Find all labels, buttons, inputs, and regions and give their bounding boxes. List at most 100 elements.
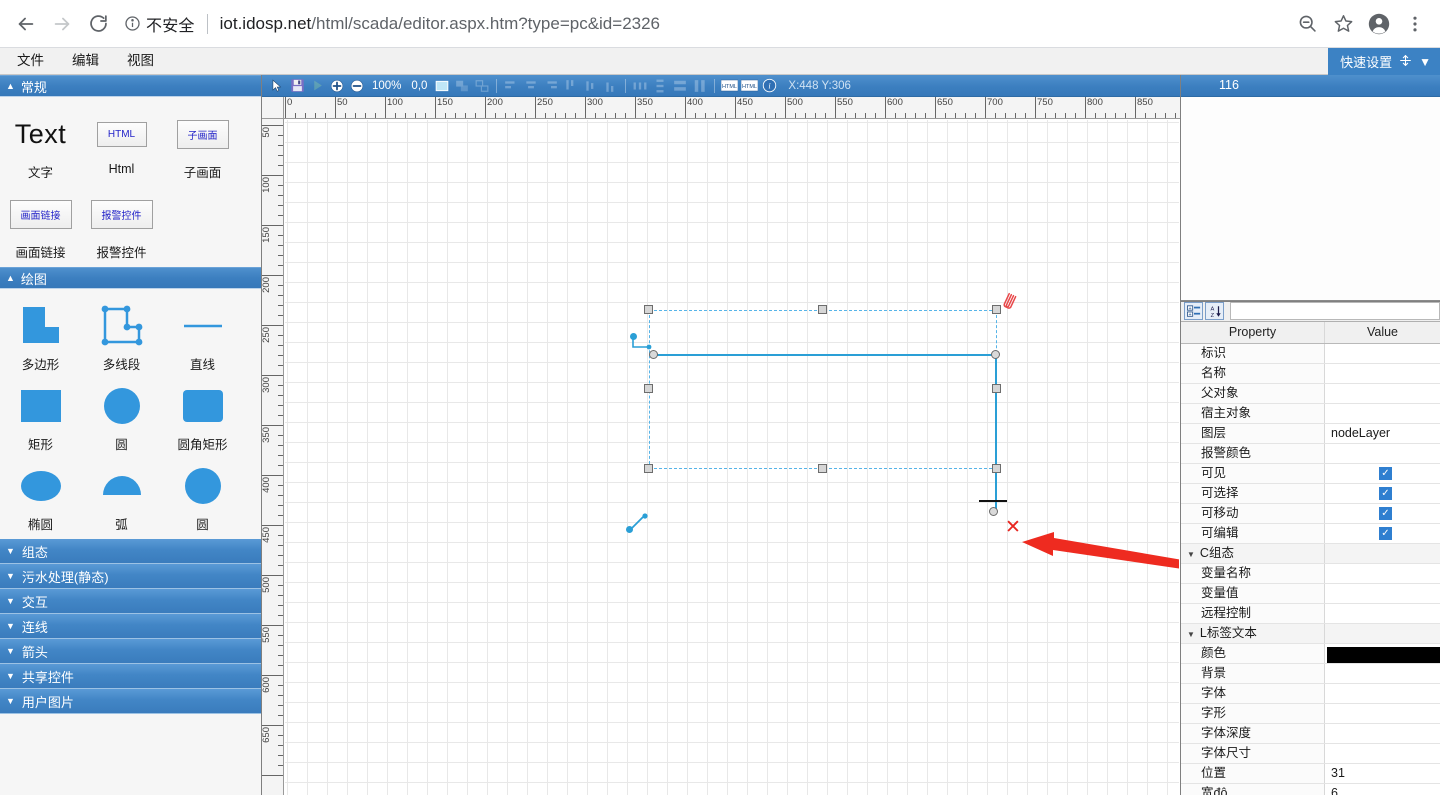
palette-section-connector[interactable]: ▼ 连线: [0, 614, 261, 639]
property-row[interactable]: 字体深度: [1181, 724, 1440, 745]
palette-item-screenlink[interactable]: 画面链接 画面链接: [0, 183, 81, 263]
checkbox-checked-icon[interactable]: ✓: [1379, 487, 1392, 501]
chrome-menu-button[interactable]: [1398, 7, 1432, 41]
property-value[interactable]: [1325, 644, 1440, 664]
palette-section-general[interactable]: ▲ 常规: [0, 75, 261, 97]
palette-item-alarmwidget[interactable]: 报警控件 报警控件: [81, 183, 162, 263]
resize-handle-ne[interactable]: [992, 305, 1001, 314]
html-export-icon[interactable]: HTML: [720, 77, 738, 95]
polyline-segment-top[interactable]: [653, 354, 997, 356]
layer-list[interactable]: [1181, 96, 1440, 301]
palette-item-html[interactable]: HTML Html: [81, 103, 162, 183]
fit-screen-icon[interactable]: [433, 77, 451, 95]
property-row[interactable]: 图层 nodeLayer: [1181, 424, 1440, 445]
align-left-icon[interactable]: [502, 77, 520, 95]
property-value[interactable]: [1325, 704, 1440, 724]
property-row[interactable]: 位置 31: [1181, 764, 1440, 785]
distribute-horizontal-icon[interactable]: [631, 77, 649, 95]
palette-item-subscreen[interactable]: 子画面 子画面: [162, 103, 243, 183]
security-indicator[interactable]: 不安全: [124, 12, 195, 36]
align-top-icon[interactable]: [562, 77, 580, 95]
property-search-input[interactable]: [1230, 302, 1440, 321]
group-icon[interactable]: [453, 77, 471, 95]
palette-section-arrow[interactable]: ▼ 箭头: [0, 639, 261, 664]
resize-handle-se[interactable]: [992, 464, 1001, 473]
palette-item-roundrect[interactable]: 圆角矩形: [162, 375, 243, 455]
zoom-in-icon[interactable]: [328, 77, 346, 95]
property-row[interactable]: 可选择 ✓: [1181, 484, 1440, 505]
polyline-segment-right[interactable]: [995, 354, 997, 514]
palette-item-ellipse[interactable]: 椭圆: [0, 455, 81, 535]
resize-handle-e[interactable]: [992, 384, 1001, 393]
menu-edit[interactable]: 编辑: [61, 48, 110, 74]
property-value[interactable]: [1325, 724, 1440, 744]
property-row[interactable]: 宽độ 6: [1181, 784, 1440, 795]
property-row[interactable]: 变量值: [1181, 584, 1440, 605]
back-button[interactable]: [8, 6, 44, 42]
property-row[interactable]: 可编辑 ✓: [1181, 524, 1440, 545]
property-row[interactable]: 名称: [1181, 364, 1440, 385]
polyline-vertex-2[interactable]: [991, 350, 1000, 359]
resize-handle-nw[interactable]: [644, 305, 653, 314]
design-canvas[interactable]: ✕: [285, 120, 1179, 795]
property-value[interactable]: [1325, 344, 1440, 364]
menu-file[interactable]: 文件: [6, 48, 55, 74]
palette-item-text[interactable]: Text 文字: [0, 103, 81, 183]
property-value[interactable]: [1325, 564, 1440, 584]
html-import-icon[interactable]: HTML: [740, 77, 758, 95]
resize-handle-n[interactable]: [818, 305, 827, 314]
property-value[interactable]: [1325, 364, 1440, 384]
align-center-icon[interactable]: [522, 77, 540, 95]
property-value[interactable]: ✓: [1325, 524, 1440, 544]
palette-section-userimage[interactable]: ▼ 用户图片: [0, 689, 261, 714]
play-run-icon[interactable]: [308, 77, 326, 95]
property-row[interactable]: 报警颜色: [1181, 444, 1440, 465]
same-width-icon[interactable]: [671, 77, 689, 95]
select-arrow-icon[interactable]: [268, 77, 286, 95]
property-row[interactable]: 远程控制: [1181, 604, 1440, 625]
resize-handle-s[interactable]: [818, 464, 827, 473]
property-value[interactable]: [1325, 604, 1440, 624]
polyline-vertex-3[interactable]: [989, 507, 998, 516]
palette-item-polyline[interactable]: 多线段: [81, 295, 162, 375]
save-floppy-icon[interactable]: [288, 77, 306, 95]
align-middle-icon[interactable]: [582, 77, 600, 95]
property-row[interactable]: 字形: [1181, 704, 1440, 725]
ungroup-icon[interactable]: [473, 77, 491, 95]
property-value[interactable]: [1325, 384, 1440, 404]
zoom-out-button[interactable]: [1290, 7, 1324, 41]
bookmark-button[interactable]: [1326, 7, 1360, 41]
property-row[interactable]: 背景: [1181, 664, 1440, 685]
property-row[interactable]: 字体: [1181, 684, 1440, 705]
address-bar[interactable]: 不安全 iot.idosp.net/html/scada/editor.aspx…: [124, 9, 1284, 39]
property-value[interactable]: [1325, 404, 1440, 424]
property-value[interactable]: 6: [1325, 784, 1440, 795]
property-row[interactable]: 变量名称: [1181, 564, 1440, 585]
palette-item-line[interactable]: 直线: [162, 295, 243, 375]
reload-button[interactable]: [80, 6, 116, 42]
menu-view[interactable]: 视图: [116, 48, 165, 74]
quick-settings-button[interactable]: 快速设置 ▼: [1328, 48, 1440, 75]
palette-item-circle2[interactable]: 圆: [162, 455, 243, 535]
property-row[interactable]: 标识: [1181, 344, 1440, 365]
palette-section-wastewater[interactable]: ▼ 污水处理(静态): [0, 564, 261, 589]
align-bottom-icon[interactable]: [602, 77, 620, 95]
palette-item-polygon[interactable]: 多边形: [0, 295, 81, 375]
property-group-row[interactable]: ▼ C组态: [1181, 544, 1440, 565]
categorize-icon[interactable]: + +: [1184, 302, 1203, 321]
property-value[interactable]: [1325, 584, 1440, 604]
property-value[interactable]: [1325, 664, 1440, 684]
resize-handle-sw[interactable]: [644, 464, 653, 473]
palette-section-configuration[interactable]: ▼ 组态: [0, 539, 261, 564]
property-value[interactable]: ✓: [1325, 484, 1440, 504]
checkbox-checked-icon[interactable]: ✓: [1379, 507, 1392, 521]
polyline-vertex-1[interactable]: [649, 350, 658, 359]
property-row[interactable]: 可移动 ✓: [1181, 504, 1440, 525]
color-swatch[interactable]: [1327, 646, 1440, 663]
checkbox-checked-icon[interactable]: ✓: [1379, 527, 1392, 541]
resize-handle-w[interactable]: [644, 384, 653, 393]
checkbox-checked-icon[interactable]: ✓: [1379, 467, 1392, 481]
property-row[interactable]: 宿主对象: [1181, 404, 1440, 425]
property-value[interactable]: [1325, 684, 1440, 704]
property-value[interactable]: nodeLayer: [1325, 424, 1440, 444]
